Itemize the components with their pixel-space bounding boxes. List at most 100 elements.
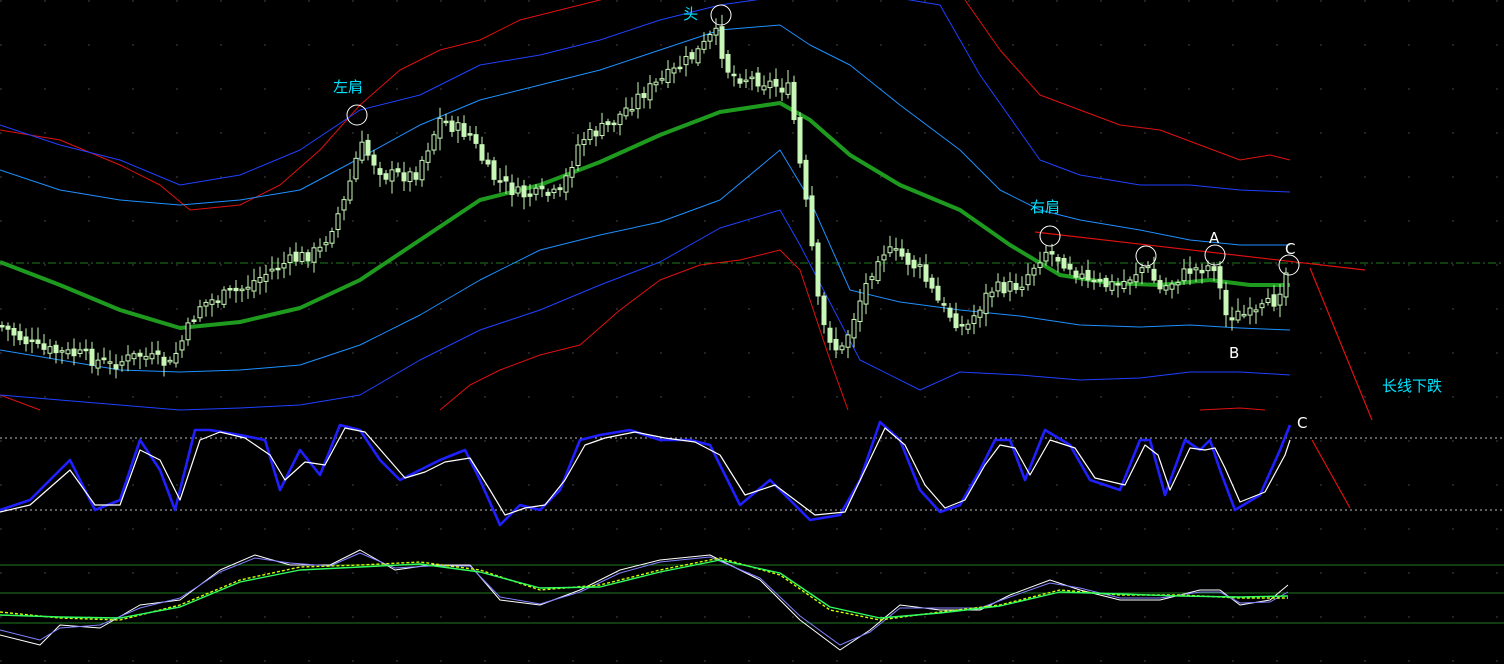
candle-body <box>1283 272 1289 298</box>
candle-body <box>1007 281 1013 292</box>
candle-body <box>965 323 971 330</box>
candle-body <box>323 242 329 246</box>
candle-body <box>821 295 827 326</box>
candle-body <box>293 251 299 262</box>
candle-body <box>1253 309 1259 313</box>
candle-body <box>1265 297 1271 303</box>
candle-body <box>623 107 629 117</box>
long-term-decline-label: 长线下跌 <box>1382 377 1442 395</box>
candle-body <box>203 301 209 307</box>
candle-body <box>1073 270 1079 278</box>
chart-grid <box>0 0 1504 664</box>
candle-body <box>449 120 455 132</box>
candle-body <box>1031 267 1037 276</box>
candle-body <box>923 264 929 282</box>
point-a-label: A <box>1209 229 1220 247</box>
candle-body <box>1247 307 1253 316</box>
candle-body <box>1133 274 1139 283</box>
candle-body <box>59 350 65 353</box>
candle-body <box>263 273 269 282</box>
candle-body <box>401 172 407 182</box>
candle-body <box>1055 256 1061 262</box>
candle-body <box>1085 269 1091 281</box>
candle-body <box>1061 257 1067 269</box>
candle-body <box>305 252 311 262</box>
candle-body <box>809 195 815 247</box>
candle-body <box>467 133 473 136</box>
candle-body <box>683 56 689 66</box>
candle-body <box>407 171 413 183</box>
candle-body <box>221 289 227 305</box>
candle-body <box>113 364 119 370</box>
candle-body <box>173 353 179 364</box>
candle-body <box>521 185 527 198</box>
candle-body <box>941 303 947 306</box>
candle-body <box>269 268 275 272</box>
candle-body <box>65 349 71 355</box>
candle-body <box>527 193 533 197</box>
candle-body <box>845 334 851 348</box>
candle-body <box>1211 266 1217 272</box>
candle-body <box>161 356 167 366</box>
candle-body <box>317 246 323 252</box>
candle-body <box>671 67 677 74</box>
candle-body <box>473 134 479 144</box>
candle-body <box>617 113 623 126</box>
candle-body <box>1271 294 1277 307</box>
candle-body <box>1223 289 1229 316</box>
candle-body <box>1067 263 1073 270</box>
candle-body <box>47 346 53 354</box>
candle-body <box>425 150 431 163</box>
candle-body <box>545 191 551 196</box>
candle-body <box>227 288 233 291</box>
candle-body <box>245 286 251 290</box>
candle-body <box>1175 282 1181 286</box>
left-shoulder-label: 左肩 <box>333 78 363 96</box>
candle-body <box>191 319 197 322</box>
candle-body <box>35 339 41 344</box>
candle-body <box>653 81 659 86</box>
candle-body <box>419 159 425 181</box>
candle-body <box>731 73 737 77</box>
candle-body <box>1229 317 1235 321</box>
candle-body <box>1001 282 1007 294</box>
candle-body <box>1139 267 1145 274</box>
candle-body <box>341 199 347 211</box>
candle-body <box>851 318 857 339</box>
candle-body <box>71 348 77 357</box>
candle-body <box>485 159 491 165</box>
candle-body <box>887 246 893 254</box>
candle-body <box>1037 262 1043 268</box>
candle-body <box>557 187 563 191</box>
candle-body <box>1109 281 1115 291</box>
candle-body <box>989 291 995 298</box>
right-shoulder-label: 右肩 <box>1030 198 1060 216</box>
candle-body <box>179 340 185 351</box>
candle-body <box>29 339 35 343</box>
candle-body <box>299 252 305 262</box>
candle-body <box>1157 280 1163 290</box>
candle-body <box>929 277 935 289</box>
candle-body <box>413 172 419 180</box>
candle-body <box>725 53 731 73</box>
candle-body <box>869 276 875 281</box>
candle-body <box>1043 251 1049 262</box>
point-c-kdj-label: C <box>1297 414 1307 432</box>
candle-body <box>497 180 503 183</box>
candle-body <box>389 169 395 182</box>
candle-body <box>719 26 725 59</box>
candle-body <box>77 349 83 354</box>
candle-body <box>1241 313 1247 317</box>
candle-body <box>107 361 113 364</box>
candle-body <box>647 83 653 101</box>
candle-body <box>689 52 695 60</box>
candle-body <box>977 309 983 318</box>
candle-body <box>611 122 617 126</box>
candle-body <box>377 168 383 175</box>
candle-body <box>995 281 1001 292</box>
candle-body <box>275 267 281 271</box>
candle-body <box>143 355 149 360</box>
candle-body <box>947 307 953 318</box>
candle-body <box>461 123 467 137</box>
candle-body <box>881 254 887 261</box>
